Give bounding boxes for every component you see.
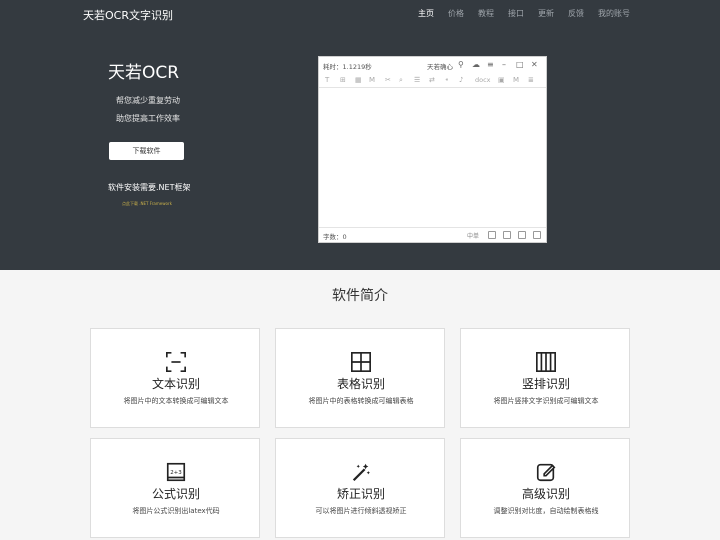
scan-text-icon bbox=[166, 352, 186, 372]
vertical-columns-icon bbox=[536, 352, 556, 372]
m-tool[interactable]: M bbox=[513, 75, 519, 85]
magic-wand-icon bbox=[352, 463, 370, 482]
language-selector[interactable]: 中单 bbox=[467, 231, 479, 240]
hero-tagline-2: 助您提高工作效率 bbox=[116, 114, 180, 123]
speaker-icon[interactable]: ♪ bbox=[459, 75, 463, 85]
image-tool-icon[interactable]: ▣ bbox=[498, 75, 505, 85]
top-nav: 主页 价格 教程 接口 更新 反馈 我的账号 bbox=[418, 8, 630, 19]
hero-section: 天若OCR文字识别 主页 价格 教程 接口 更新 反馈 我的账号 天若OCR 帮… bbox=[0, 0, 720, 270]
feature-desc: 将图片中的文本转换成可编辑文本 bbox=[123, 397, 229, 405]
svg-text:2+3: 2+3 bbox=[170, 470, 182, 476]
nav-item-account[interactable]: 我的账号 bbox=[598, 8, 630, 19]
copy-icon[interactable] bbox=[488, 231, 496, 239]
table-tool-icon[interactable]: ⊞ bbox=[340, 75, 346, 85]
nav-item-feedback[interactable]: 反馈 bbox=[568, 8, 584, 19]
download-button[interactable]: 下载软件 bbox=[109, 142, 184, 160]
maximize-icon[interactable]: □ bbox=[516, 60, 524, 70]
search-tool-icon[interactable]: ⌕ bbox=[399, 75, 403, 85]
docx-export[interactable]: docx bbox=[475, 75, 491, 85]
feature-desc: 将图片公式识别出latex代码 bbox=[132, 507, 220, 515]
section-title: 软件简介 bbox=[332, 288, 388, 304]
feature-desc: 可以将图片进行倾斜透视矫正 bbox=[315, 507, 407, 515]
nav-item-home[interactable]: 主页 bbox=[418, 8, 434, 19]
nav-item-pricing[interactable]: 价格 bbox=[448, 8, 464, 19]
table-icon bbox=[351, 352, 371, 372]
app-name: 天若确心 bbox=[427, 63, 453, 71]
close-icon[interactable]: ✕ bbox=[531, 60, 538, 70]
minimize-icon[interactable]: – bbox=[502, 60, 506, 70]
app-statusbar: 字数：0 中单 bbox=[319, 227, 546, 242]
edit-icon bbox=[536, 463, 556, 482]
list-tool-icon[interactable]: ☰ bbox=[414, 75, 420, 85]
feature-title: 高级识别 bbox=[521, 487, 570, 501]
feature-card-correction[interactable]: 矫正识别 可以将图片进行倾斜透视矫正 bbox=[275, 438, 445, 538]
text-tool-icon[interactable]: T bbox=[325, 75, 329, 85]
hero-tagline-1: 帮您减少重复劳动 bbox=[116, 96, 180, 105]
app-toolbar: T ⊞ ▦ M ✂ ⌕ ☰ ⇄ ⁌ ♪ docx ▣ M ≣ bbox=[319, 73, 546, 88]
hero-title: 天若OCR bbox=[108, 63, 180, 83]
app-titlebar: 耗时：1.1219秒 天若确心 ⚲ ☁ ≡ – □ ✕ bbox=[319, 57, 546, 73]
pin-icon[interactable]: ⚲ bbox=[458, 60, 464, 70]
markdown-tool-icon[interactable]: M bbox=[369, 75, 375, 85]
feature-card-vertical[interactable]: 竖排识别 将图片竖排文字识别成可编辑文本 bbox=[460, 328, 630, 428]
feature-card-text[interactable]: 文本识别 将图片中的文本转换成可编辑文本 bbox=[90, 328, 260, 428]
feature-card-formula[interactable]: 2+3 公式识别 将图片公式识别出latex代码 bbox=[90, 438, 260, 538]
feature-title: 竖排识别 bbox=[521, 377, 570, 391]
nav-item-api[interactable]: 接口 bbox=[508, 8, 524, 19]
format-tool-icon[interactable]: ≣ bbox=[528, 75, 534, 85]
grid-tool-icon[interactable]: ▦ bbox=[355, 75, 362, 85]
framework-download-link[interactable]: 点此下载 .NET Framework bbox=[122, 201, 172, 207]
window-icon[interactable] bbox=[533, 231, 541, 239]
feature-card-table[interactable]: 表格识别 将图片中的表格转换成可编辑表格 bbox=[275, 328, 445, 428]
cut-tool-icon[interactable]: ✂ bbox=[385, 75, 391, 85]
feature-title: 公式识别 bbox=[151, 487, 200, 501]
feature-desc: 将图片中的表格转换成可编辑表格 bbox=[308, 397, 414, 405]
feature-title: 表格识别 bbox=[336, 377, 385, 391]
brand-logo[interactable]: 天若OCR文字识别 bbox=[83, 7, 173, 23]
document-icon[interactable] bbox=[518, 231, 526, 239]
nav-item-tutorial[interactable]: 教程 bbox=[478, 8, 494, 19]
split-tool-icon[interactable]: ⁌ bbox=[445, 75, 449, 85]
feature-title: 文本识别 bbox=[151, 377, 200, 391]
ocr-text-area[interactable] bbox=[319, 88, 546, 226]
word-count: 字数：0 bbox=[323, 233, 347, 241]
framework-requirement: 软件安装需要.NET框架 bbox=[108, 183, 191, 192]
menu-icon[interactable]: ≡ bbox=[487, 60, 494, 70]
feature-desc: 调整识别对比度，自动绘制表格线 bbox=[493, 507, 599, 515]
feature-card-advanced[interactable]: 高级识别 调整识别对比度，自动绘制表格线 bbox=[460, 438, 630, 538]
app-preview-window: 耗时：1.1219秒 天若确心 ⚲ ☁ ≡ – □ ✕ T ⊞ ▦ M ✂ ⌕ … bbox=[318, 56, 547, 243]
formula-icon: 2+3 bbox=[166, 462, 186, 482]
nav-item-updates[interactable]: 更新 bbox=[538, 8, 554, 19]
trash-icon[interactable] bbox=[503, 231, 511, 239]
translate-tool-icon[interactable]: ⇄ bbox=[429, 75, 435, 85]
elapsed-time: 耗时：1.1219秒 bbox=[323, 63, 372, 71]
feature-title: 矫正识别 bbox=[336, 487, 385, 501]
cloud-icon[interactable]: ☁ bbox=[472, 60, 480, 70]
feature-desc: 将图片竖排文字识别成可编辑文本 bbox=[493, 397, 599, 405]
